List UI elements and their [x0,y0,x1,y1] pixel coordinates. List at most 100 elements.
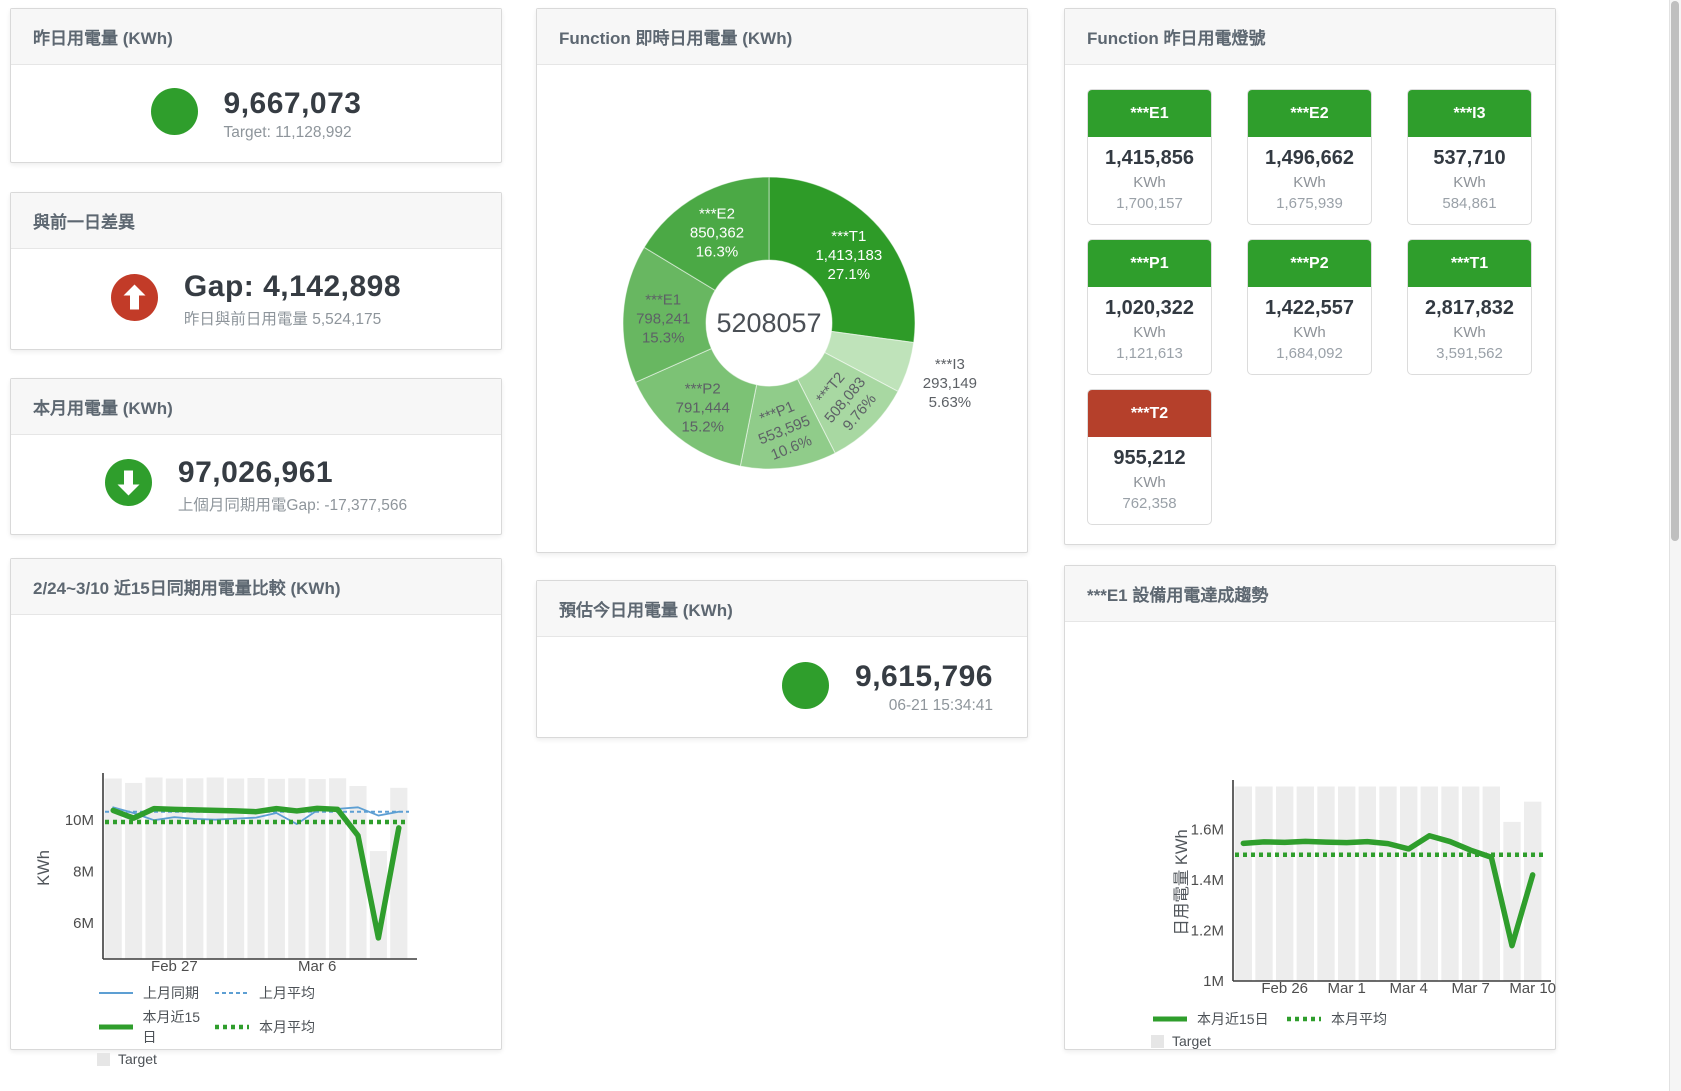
card-month-usage: 本月用電量 (KWh) 97,026,961 上個月同期用電Gap: -17,3… [10,378,502,535]
target-bar [1338,787,1355,981]
tile-body: 2,817,832 KWh 3,591,562 [1408,287,1531,374]
status-tile: ***T2955,212KWh762,358 [1087,389,1212,525]
tile-value: 537,710 [1410,147,1529,170]
arrow-down-circle-icon [105,459,152,511]
x-tick-label: Feb 26 [1261,980,1308,997]
target-bar [329,778,346,959]
legend-label: 本月近15日 [1197,1009,1269,1029]
legend-item: Target [1151,1033,1285,1049]
tile-unit: KWh [1090,324,1209,341]
card-compare-title: 2/24~3/10 近15日同期用電量比較 (KWh) [11,559,501,615]
tile-value: 955,212 [1090,447,1209,470]
y-tick-label: 10M [65,812,94,829]
card-trend-chart: ***E1 設備用電達成趨勢 1M 1.2M 1.4M 1.6M日用電量 KWh Feb… [1064,565,1556,1050]
card-donut-title: Function 即時日用電量 (KWh) [537,9,1027,65]
status-tile: ***E21,496,662KWh1,675,939 [1247,89,1372,225]
target-bar [186,778,203,959]
target-bar [1235,787,1252,981]
target-bar [1255,787,1272,981]
month-usage-value: 97,026,961 [178,456,407,490]
target-bar [288,778,305,959]
card-realtime-donut: Function 即時日用電量 (KWh) ***T11,413,18327.1… [536,8,1028,553]
estimate-value: 9,615,796 [855,660,993,694]
target-bar [227,779,244,959]
y-tick-label: 1.6M [1191,821,1224,838]
legend-label: 本月平均 [1331,1009,1387,1029]
card-tiles-title: Function 昨日用電燈號 [1065,9,1555,65]
legend-line-swatch [213,1022,251,1032]
legend-target-swatch [97,1053,110,1066]
scrollbar-track[interactable] [1669,0,1681,1091]
target-bar [1503,822,1520,981]
tile-unit: KWh [1410,174,1529,191]
trend-chart-legend: 本月近15日 本月平均 Target [1151,1009,1419,1049]
tile-value: 2,817,832 [1410,297,1529,320]
card-compare-chart: 2/24~3/10 近15日同期用電量比較 (KWh) 6M8M10MKWhFe… [10,558,502,1050]
tile-target: 1,675,939 [1250,195,1369,212]
x-tick-label: Feb 27 [151,958,198,975]
compare-chart-legend: 上月同期 上月平均本月近15日 本月平均 Target [97,983,329,1067]
y-axis-label: KWh [35,850,53,886]
dashboard-page: 昨日用電量 (KWh) 9,667,073 Target: 11,128,992… [0,0,1681,1091]
kpi-estimate: 9,615,796 06-21 15:34:41 [537,637,1027,738]
donut-slice-label: ***I3293,1495.63% [923,356,977,411]
yesterday-usage-value: 9,667,073 [224,87,362,121]
legend-line-swatch [97,1022,134,1032]
kpi-yesterday: 9,667,073 Target: 11,128,992 [11,65,501,163]
legend-label: 本月近15日 [142,1007,213,1047]
legend-label: Target [118,1051,157,1067]
arrow-up-circle-icon [111,274,158,326]
legend-line-swatch [97,988,135,998]
target-bar [1359,787,1376,981]
realtime-donut-chart: ***T11,413,18327.1%***I3293,1495.63%***T… [537,63,1027,552]
card-yesterday-title: 昨日用電量 (KWh) [11,9,501,65]
status-tile: ***P11,020,322KWh1,121,613 [1087,239,1212,375]
target-bar [1317,787,1334,981]
tile-unit: KWh [1250,324,1369,341]
target-bar [1379,787,1396,981]
tile-value: 1,020,322 [1090,297,1209,320]
tile-body: 1,422,557 KWh 1,684,092 [1248,287,1371,374]
scrollbar-thumb[interactable] [1671,1,1679,541]
y-tick-label: 1.2M [1191,922,1224,939]
x-tick-label: Mar 1 [1327,980,1365,997]
target-bar [247,778,264,959]
yesterday-usage-target: Target: 11,128,992 [224,124,362,142]
card-trend-title: ***E1 設備用電達成趨勢 [1065,566,1555,622]
tile-target: 3,591,562 [1410,345,1529,362]
tile-value: 1,422,557 [1250,297,1369,320]
day-gap-value: Gap: 4,142,898 [184,270,401,304]
tile-body: 955,212KWh762,358 [1088,437,1211,524]
x-tick-label: Mar 4 [1389,980,1427,997]
tile-target: 1,684,092 [1250,345,1369,362]
legend-label: 上月同期 [143,983,199,1003]
tile-value: 1,496,662 [1250,147,1369,170]
x-tick-label: Mar 6 [298,958,336,975]
y-tick-label: 1M [1203,973,1224,990]
tile-body: 1,020,322KWh1,121,613 [1088,287,1211,374]
legend-label: 本月平均 [259,1017,315,1037]
card-estimate-today: 預估今日用電量 (KWh) 9,615,796 06-21 15:34:41 [536,580,1028,738]
y-tick-label: 1.4M [1191,872,1224,889]
legend-item: 本月平均 [1285,1009,1419,1029]
tile-target: 762,358 [1090,495,1209,512]
legend-line-swatch [213,988,251,998]
target-bar [1276,787,1293,981]
tile-label: ***E1 [1088,90,1211,137]
kpi-month: 97,026,961 上個月同期用電Gap: -17,377,566 [11,435,501,535]
legend-label: 上月平均 [259,983,315,1003]
y-tick-label: 8M [73,864,94,881]
tile-body: 537,710KWh584,861 [1408,137,1531,224]
tile-unit: KWh [1410,324,1529,341]
tile-label: ***T2 [1088,390,1211,437]
tile-body: 1,415,856KWh1,700,157 [1088,137,1211,224]
y-axis-label: 日用電量 KWh [1173,829,1191,935]
tile-label: ***P1 [1088,240,1211,287]
target-bar [166,779,183,959]
month-usage-gap: 上個月同期用電Gap: -17,377,566 [178,493,407,515]
target-bar [1297,787,1314,981]
target-bar [145,778,162,959]
tile-label: ***I3 [1408,90,1531,137]
status-circle-icon [151,88,198,140]
legend-item: 本月近15日 [97,1007,213,1047]
